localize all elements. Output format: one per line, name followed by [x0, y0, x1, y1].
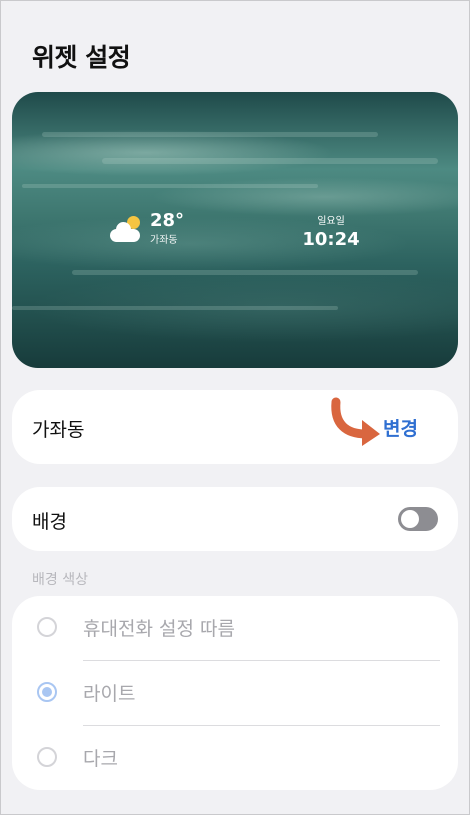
weather-widget: 28° 가좌동 — [110, 212, 184, 246]
radio-option-label: 휴대전화 설정 따름 — [83, 618, 235, 640]
radio-option-follow-phone[interactable]: 휴대전화 설정 따름 — [12, 596, 458, 660]
clock-time: 10:24 — [302, 229, 360, 250]
partly-cloudy-icon — [110, 216, 142, 242]
weather-location: 가좌동 — [150, 235, 178, 246]
radio-option-light[interactable]: 라이트 — [12, 661, 458, 725]
toggle-knob — [401, 510, 419, 528]
background-color-options: 휴대전화 설정 따름 라이트 다크 — [12, 596, 458, 790]
background-color-section-label: 배경 색상 — [32, 572, 88, 588]
temperature: 28° — [150, 210, 185, 231]
background-toggle[interactable] — [398, 507, 438, 531]
radio-option-dark[interactable]: 다크 — [12, 726, 458, 790]
widget-preview: 28° 가좌동 일요일 10:24 — [12, 92, 458, 368]
background-card: 배경 — [12, 487, 458, 551]
radio-option-label: 라이트 — [83, 683, 136, 705]
radio-button[interactable] — [37, 617, 57, 637]
radio-button[interactable] — [37, 747, 57, 767]
clock-day: 일요일 — [317, 216, 345, 227]
radio-button-selected[interactable] — [37, 682, 57, 702]
change-location-button[interactable]: 변경 — [383, 414, 418, 441]
location-name: 가좌동 — [32, 419, 85, 441]
location-card: 가좌동 변경 — [12, 390, 458, 464]
curved-arrow-icon — [331, 397, 380, 446]
radio-option-label: 다크 — [83, 748, 118, 770]
page-title: 위젯 설정 — [32, 43, 131, 72]
clock-widget: 일요일 10:24 — [296, 212, 366, 250]
background-label: 배경 — [32, 511, 67, 533]
